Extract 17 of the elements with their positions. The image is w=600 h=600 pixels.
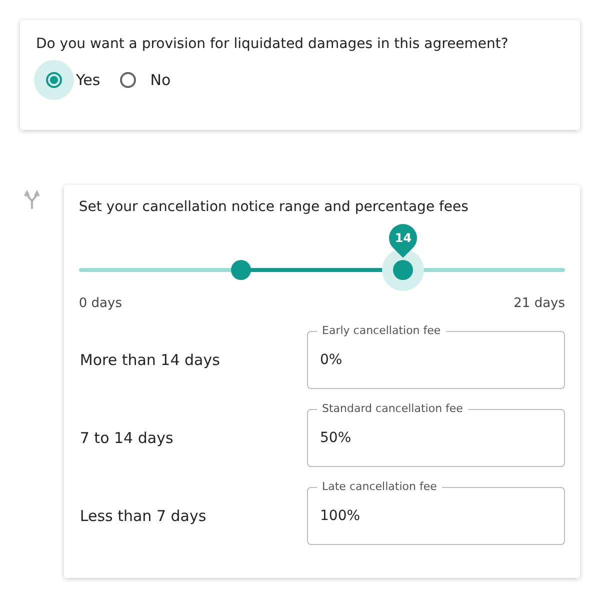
card-title: Set your cancellation notice range and percentage fees: [78, 199, 470, 215]
field-value: 50%: [320, 430, 352, 446]
period-label: More than 14 days: [80, 350, 220, 369]
period-label: 7 to 14 days: [80, 428, 174, 447]
field-label: Early cancellation fee: [317, 323, 446, 339]
radio-button[interactable]: [120, 72, 136, 88]
period-label: Less than 7 days: [80, 506, 206, 525]
field-value: 0%: [320, 352, 342, 368]
slider-thumb[interactable]: [230, 260, 251, 280]
radio-option[interactable]: No: [108, 60, 171, 100]
slider-track[interactable]: [78, 249, 565, 291]
field-value: 100%: [320, 508, 360, 524]
min-label: 0 days: [78, 296, 122, 311]
radio-button[interactable]: [46, 72, 62, 88]
branch-icon: [24, 190, 40, 210]
question-text: Do you want a provision for liquidated damages in this agreement?: [36, 36, 510, 52]
max-label: 21 days: [514, 296, 565, 311]
